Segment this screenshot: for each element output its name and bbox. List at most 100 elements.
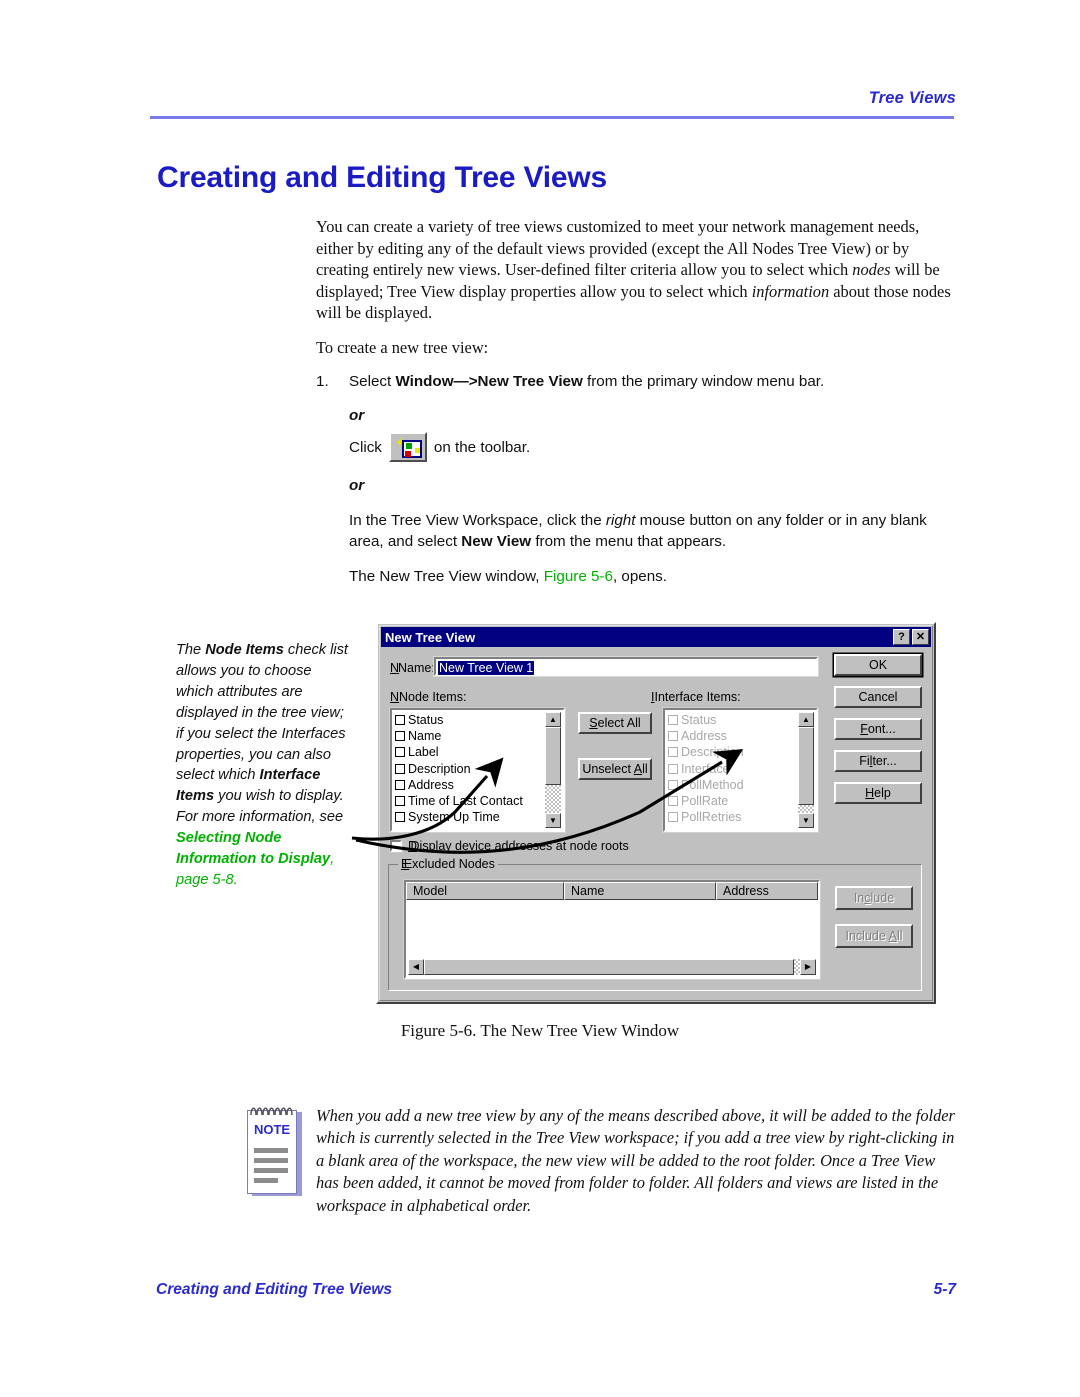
margin-note-cross-reference-link[interactable]: Selecting Node Information to Display (176, 830, 330, 867)
display-addresses-label: DDisplay device addresses at node roots (408, 839, 629, 853)
filter-button-label: Filter... (859, 754, 897, 768)
new-tree-view-toolbar-icon[interactable]: ✦ (388, 432, 427, 462)
checkbox-icon[interactable] (395, 796, 405, 807)
list-item[interactable]: Name (392, 728, 563, 744)
click-label: Click (349, 438, 382, 456)
list-item-label: Address (681, 729, 727, 744)
node-items-scrollbar[interactable]: ▲ ▼ (545, 712, 561, 828)
note-icon-line (254, 1148, 288, 1153)
font-button[interactable]: Font... (834, 718, 922, 740)
interface-items-scrollbar[interactable]: ▲ ▼ (798, 712, 814, 828)
dialog-titlebar[interactable]: New Tree View ? ✕ (381, 627, 931, 647)
list-item-label: Interface (681, 761, 730, 776)
icon-red-node (404, 451, 411, 457)
scroll-down-arrow-icon[interactable]: ▼ (545, 813, 561, 828)
margin-note-bold-node-items: Node Items (205, 642, 284, 658)
checkbox-icon[interactable] (389, 839, 403, 853)
list-item-label: PollRate (681, 794, 729, 809)
checkbox-icon[interactable] (395, 715, 405, 726)
checkbox-icon[interactable] (395, 731, 405, 742)
procedure-step-1: 1. Select Window—>New Tree View from the… (316, 371, 961, 587)
scrollbar-thumb[interactable] (798, 727, 814, 805)
checkbox-icon (668, 731, 678, 742)
checkbox-icon[interactable] (395, 779, 405, 790)
step-text: Select Window—>New Tree View from the pr… (349, 371, 961, 392)
scroll-left-arrow-icon[interactable]: ◀ (408, 959, 424, 975)
footer-page-number: 5-7 (933, 1281, 956, 1298)
list-item[interactable]: Time of Last Contact (392, 793, 563, 809)
cancel-button-label: Cancel (858, 690, 898, 704)
checkbox-icon[interactable] (395, 747, 405, 758)
interface-items-label-text: Interface Items: (654, 690, 741, 704)
scroll-right-arrow-icon[interactable]: ▶ (800, 959, 816, 975)
list-item: PollMethod (665, 777, 816, 793)
click-tail: on the toolbar. (433, 438, 531, 456)
intro-text-a: You can create a variety of tree views c… (316, 217, 920, 280)
unselect-all-button[interactable]: Unselect All (578, 758, 652, 780)
excluded-nodes-hscrollbar[interactable]: ◀ ▶ (408, 959, 816, 975)
figure-cross-reference-link[interactable]: Figure 5-6 (544, 568, 613, 585)
figure-caption: Figure 5-6. The New Tree View Window (400, 1021, 680, 1040)
list-item[interactable]: Address (392, 777, 563, 793)
list-item: PollRetries (665, 809, 816, 825)
note-icon-label: NOTE (253, 1122, 291, 1137)
running-header: Tree Views (868, 89, 956, 107)
close-icon[interactable]: ✕ (912, 629, 929, 645)
column-header-name[interactable]: Name (564, 882, 716, 900)
scroll-down-arrow-icon[interactable]: ▼ (798, 813, 814, 828)
font-button-label: Font... (860, 722, 896, 736)
include-all-button-label: Include All (845, 929, 903, 943)
help-button[interactable]: Help (834, 782, 922, 804)
cancel-button[interactable]: Cancel (834, 686, 922, 708)
select-all-button[interactable]: Select All (578, 712, 652, 734)
list-item[interactable]: Description (392, 761, 563, 777)
column-header-address[interactable]: Address (716, 882, 818, 900)
help-icon[interactable]: ? (893, 629, 910, 645)
note-icon: NOTE (246, 1104, 302, 1196)
column-header-model[interactable]: Model (406, 882, 564, 900)
margin-note: The Node Items check list allows you to … (176, 640, 352, 891)
excluded-nodes-grid-body[interactable] (408, 902, 816, 957)
list-item[interactable]: Status (392, 712, 563, 728)
list-item-label: Status (408, 713, 444, 728)
help-button-label: Help (865, 786, 891, 800)
intro-em-nodes: nodes (852, 260, 891, 280)
footer-rule (150, 1272, 954, 1274)
checkbox-icon (668, 763, 678, 774)
node-items-label: NNode Items: (390, 690, 467, 704)
excluded-nodes-legend-text: Excluded Nodes (403, 857, 495, 871)
scrollbar-thumb[interactable] (545, 727, 561, 785)
list-item-label: Description (681, 745, 744, 760)
filter-button[interactable]: Filter... (834, 750, 922, 772)
body-column: You can create a variety of tree views c… (316, 216, 956, 372)
scroll-up-arrow-icon[interactable]: ▲ (545, 712, 561, 727)
unselect-all-label: Unselect All (582, 762, 648, 776)
excluded-nodes-legend: EExcluded Nodes (398, 857, 498, 871)
margin-note-t1: The (176, 642, 206, 658)
checkbox-icon[interactable] (395, 812, 405, 823)
hscrollbar-thumb[interactable] (424, 959, 794, 975)
list-item[interactable]: Label (392, 744, 563, 760)
alt-em-right: right (605, 512, 636, 529)
interface-items-listbox[interactable]: Status Address Description Interface Pol… (662, 707, 819, 833)
list-item-label: Description (408, 761, 471, 776)
ok-button[interactable]: OK (834, 654, 922, 676)
list-item[interactable]: System Up Time (392, 809, 563, 825)
checkbox-icon[interactable] (395, 763, 405, 774)
dialog-title: New Tree View (385, 629, 476, 645)
list-item: Description (665, 744, 816, 760)
include-all-button[interactable]: Include All (835, 924, 913, 948)
list-item-label: Name (408, 729, 442, 744)
scroll-up-arrow-icon[interactable]: ▲ (798, 712, 814, 727)
list-item-label: Status (681, 713, 717, 728)
node-items-listbox[interactable]: Status Name Label Description Address Ti… (389, 707, 566, 833)
list-item-label: PollRetries (681, 810, 742, 825)
include-button[interactable]: Include (835, 886, 913, 910)
alt-text-c: from the menu that appears. (531, 533, 727, 550)
name-input[interactable]: New Tree View 1 (433, 656, 819, 677)
display-addresses-checkbox-row[interactable]: DDisplay device addresses at node roots (389, 839, 629, 853)
note-icon-line (254, 1168, 288, 1173)
excluded-nodes-grid[interactable]: Model Name Address ◀ ▶ (403, 879, 821, 980)
new-tree-view-dialog: New Tree View ? ✕ NName: New Tree View 1… (376, 622, 936, 1004)
list-item-label: Address (408, 777, 454, 792)
